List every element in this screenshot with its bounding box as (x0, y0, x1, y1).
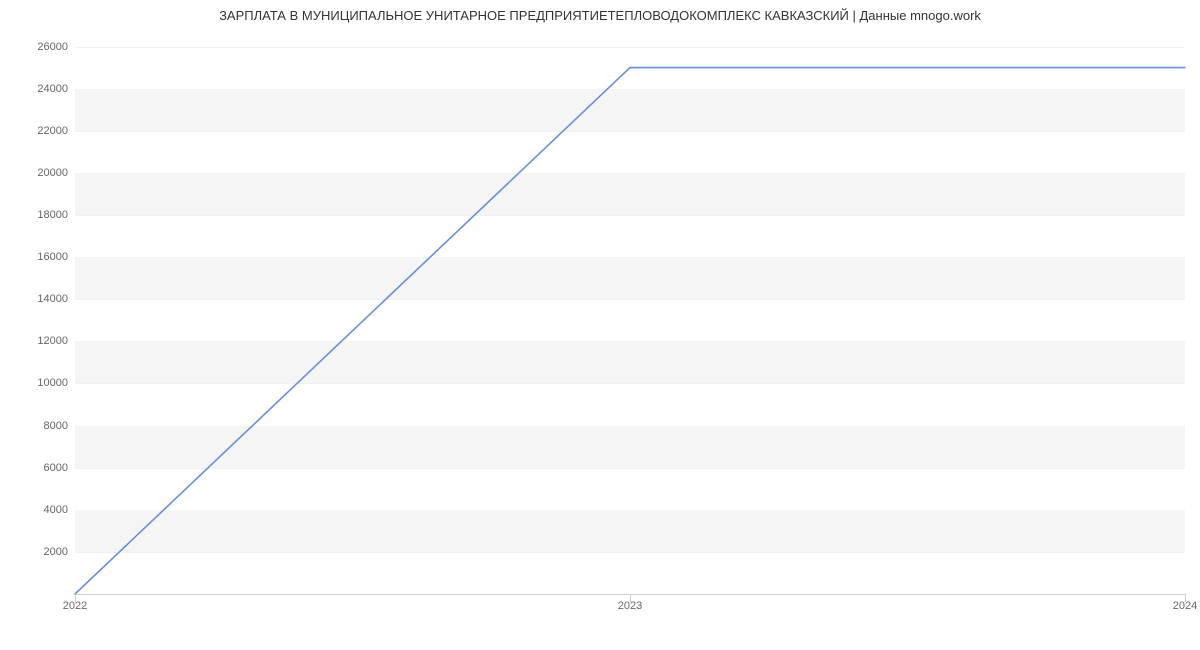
y-tick-label: 24000 (16, 83, 68, 95)
x-tick-label: 2024 (1173, 600, 1197, 612)
y-tick-label: 10000 (16, 377, 68, 389)
y-tick-label: 18000 (16, 209, 68, 221)
y-tick-label: 4000 (16, 504, 68, 516)
series-line (75, 68, 1185, 594)
x-tick-label: 2022 (63, 600, 87, 612)
chart: ЗАРПЛАТА В МУНИЦИПАЛЬНОЕ УНИТАРНОЕ ПРЕДП… (0, 0, 1200, 650)
y-tick-label: 20000 (16, 167, 68, 179)
x-tick-label: 2023 (618, 600, 642, 612)
y-tick-label: 16000 (16, 251, 68, 263)
plot-area (75, 36, 1185, 594)
y-tick-label: 26000 (16, 41, 68, 53)
y-tick-label: 14000 (16, 293, 68, 305)
y-tick-label: 6000 (16, 462, 68, 474)
line-series (75, 36, 1185, 594)
y-tick-label: 8000 (16, 420, 68, 432)
chart-title: ЗАРПЛАТА В МУНИЦИПАЛЬНОЕ УНИТАРНОЕ ПРЕДП… (0, 8, 1200, 23)
y-tick-label: 22000 (16, 125, 68, 137)
y-tick-label: 12000 (16, 335, 68, 347)
y-tick-label: 2000 (16, 546, 68, 558)
